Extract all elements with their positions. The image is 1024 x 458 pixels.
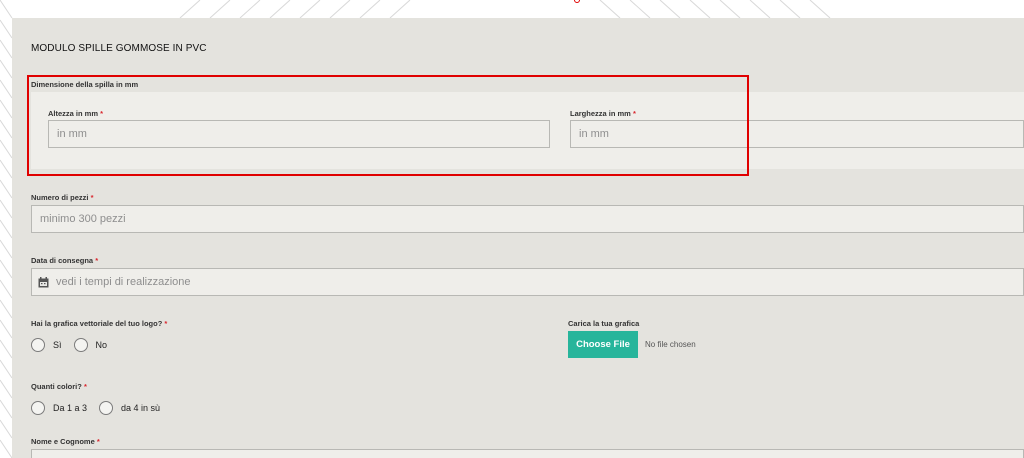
file-status: No file chosen — [645, 340, 696, 349]
vector-label: Hai la grafica vettoriale del tuo logo? … — [31, 319, 168, 328]
pieces-label: Numero di pezzi * — [31, 193, 94, 202]
upload-label: Carica la tua grafica — [568, 319, 640, 328]
form-panel: MODULO SPILLE GOMMOSE IN PVC Dimensione … — [12, 18, 1024, 458]
delivery-input[interactable] — [31, 268, 1024, 296]
colors-radio-group: Da 1 a 3 da 4 in sù — [31, 401, 172, 415]
radio-4-plus-label: da 4 in sù — [121, 403, 161, 413]
radio-1-3-label: Da 1 a 3 — [53, 403, 88, 413]
calendar-icon — [38, 277, 49, 288]
width-label: Larghezza in mm * — [570, 109, 636, 118]
choose-file-button[interactable]: Choose File — [568, 331, 638, 358]
dimension-legend: Dimensione della spilla in mm — [31, 80, 139, 89]
radio-4-plus[interactable] — [99, 401, 114, 415]
name-label: Nome e Cognome * — [31, 437, 100, 446]
radio-no[interactable] — [73, 338, 88, 352]
delivery-label: Data di consegna * — [31, 256, 99, 265]
radio-no-label: No — [95, 340, 108, 350]
width-input[interactable] — [570, 120, 1024, 148]
colors-label: Quanti colori? * — [31, 382, 87, 391]
radio-si-label: Sì — [53, 340, 62, 350]
radio-1-3[interactable] — [31, 401, 45, 415]
form-title: MODULO SPILLE GOMMOSE IN PVC — [31, 43, 207, 54]
delivery-field[interactable] — [31, 268, 1024, 296]
name-input[interactable] — [31, 449, 1024, 458]
vector-radio-group: Sì No — [31, 338, 119, 352]
height-input[interactable] — [48, 120, 550, 148]
radio-si[interactable] — [31, 338, 45, 352]
pieces-input[interactable] — [31, 205, 1024, 233]
height-label: Altezza in mm * — [48, 109, 104, 118]
